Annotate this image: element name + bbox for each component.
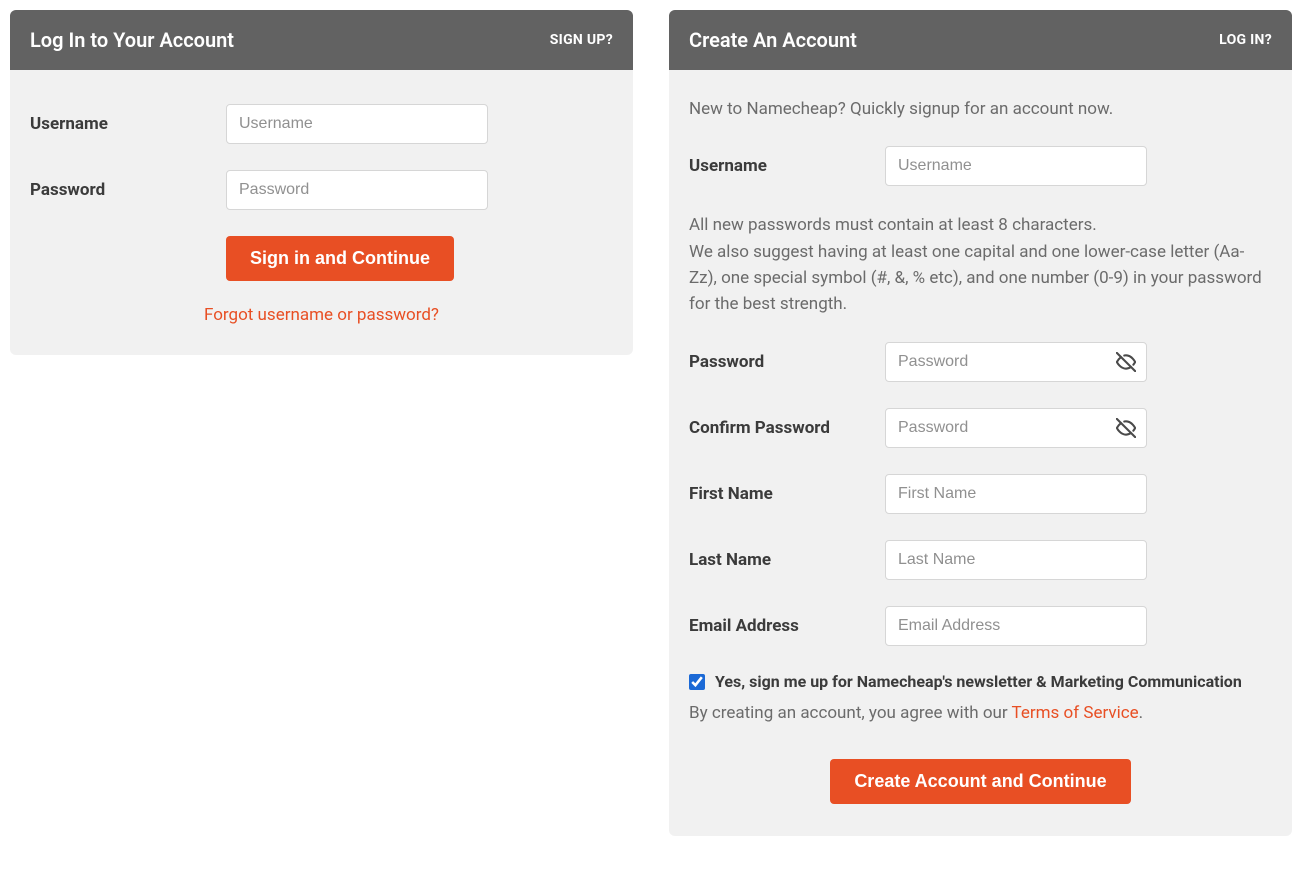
signup-title: Create An Account [689, 28, 857, 52]
signup-email-input[interactable] [885, 606, 1147, 646]
signup-password-input[interactable] [885, 342, 1147, 382]
eye-off-icon[interactable] [1115, 351, 1137, 373]
login-password-label: Password [30, 180, 226, 200]
signup-username-row: Username [689, 146, 1272, 186]
signup-email-label: Email Address [689, 616, 885, 636]
signup-password-row: Password [689, 342, 1272, 382]
signup-confirm-input[interactable] [885, 408, 1147, 448]
signup-firstname-row: First Name [689, 474, 1272, 514]
login-username-label: Username [30, 114, 226, 134]
signup-submit-button[interactable]: Create Account and Continue [830, 759, 1130, 804]
newsletter-label: Yes, sign me up for Namecheap's newslett… [715, 672, 1242, 691]
tos-link[interactable]: Terms of Service [1012, 703, 1139, 723]
signup-username-label: Username [689, 156, 885, 176]
signup-email-row: Email Address [689, 606, 1272, 646]
login-panel: Log In to Your Account SIGN UP? Username… [10, 10, 633, 355]
agree-prefix: By creating an account, you agree with o… [689, 703, 1012, 723]
newsletter-row: Yes, sign me up for Namecheap's newslett… [689, 672, 1272, 691]
signup-panel: Create An Account LOG IN? New to Nameche… [669, 10, 1292, 836]
login-password-input[interactable] [226, 170, 488, 210]
agree-text: By creating an account, you agree with o… [689, 703, 1272, 723]
login-header: Log In to Your Account SIGN UP? [10, 10, 633, 70]
login-link[interactable]: LOG IN? [1219, 32, 1272, 48]
signup-password-label: Password [689, 352, 885, 372]
login-username-row: Username [30, 104, 613, 144]
signup-intro: New to Namecheap? Quickly signup for an … [689, 96, 1272, 122]
signup-username-input[interactable] [885, 146, 1147, 186]
login-title: Log In to Your Account [30, 28, 234, 52]
agree-suffix: . [1139, 703, 1143, 723]
eye-off-icon[interactable] [1115, 417, 1137, 439]
login-body: Username Password Sign in and Continue F… [10, 70, 633, 355]
signup-lastname-input[interactable] [885, 540, 1147, 580]
forgot-link[interactable]: Forgot username or password? [204, 305, 439, 325]
login-submit-button[interactable]: Sign in and Continue [226, 236, 454, 281]
signup-lastname-row: Last Name [689, 540, 1272, 580]
password-hint: All new passwords must contain at least … [689, 212, 1272, 317]
signup-header: Create An Account LOG IN? [669, 10, 1292, 70]
signup-firstname-input[interactable] [885, 474, 1147, 514]
signup-confirm-label: Confirm Password [689, 418, 885, 438]
signup-confirm-row: Confirm Password [689, 408, 1272, 448]
signup-link[interactable]: SIGN UP? [550, 32, 613, 48]
signup-firstname-label: First Name [689, 484, 885, 504]
newsletter-checkbox[interactable] [689, 674, 705, 690]
login-password-row: Password [30, 170, 613, 210]
login-username-input[interactable] [226, 104, 488, 144]
signup-lastname-label: Last Name [689, 550, 885, 570]
signup-body: New to Namecheap? Quickly signup for an … [669, 70, 1292, 836]
